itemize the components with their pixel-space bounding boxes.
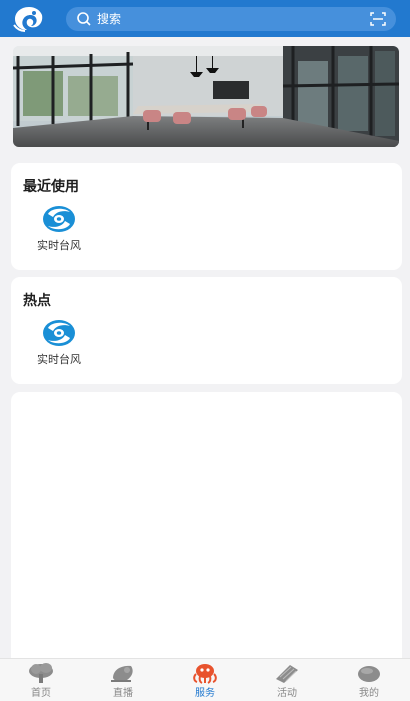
tab-label: 我的: [359, 688, 379, 699]
app-label: 实时台风: [37, 353, 81, 366]
tab-label: 直播: [113, 688, 133, 699]
app-label: 实时台风: [37, 239, 81, 252]
profile-icon: [358, 666, 380, 682]
bottom-tab-bar: 首页 直播 服务 活动 我的: [0, 658, 410, 701]
hot-section: 热点 实时台风: [11, 277, 402, 384]
office-photo: [13, 46, 399, 147]
tab-label: 服务: [195, 688, 215, 699]
tab-activity[interactable]: 活动: [246, 659, 328, 701]
live-icon: [111, 665, 133, 682]
typhoon-icon: [43, 320, 75, 346]
home-icon: [29, 663, 53, 683]
tab-service[interactable]: 服务: [164, 659, 246, 701]
app-tile-typhoon[interactable]: 实时台风: [27, 319, 87, 379]
top-bar: 搜索: [0, 0, 410, 37]
recent-section: 最近使用 实时台风: [11, 163, 402, 270]
search-input[interactable]: 搜索: [97, 11, 121, 27]
tab-home[interactable]: 首页: [0, 659, 82, 701]
tab-profile[interactable]: 我的: [328, 659, 410, 701]
content-area: [11, 392, 402, 658]
search-bar[interactable]: 搜索: [66, 7, 396, 31]
activity-icon: [276, 665, 298, 683]
tab-label: 活动: [277, 688, 297, 699]
scan-icon[interactable]: [370, 11, 386, 27]
service-icon: [193, 664, 217, 684]
tab-label: 首页: [31, 688, 51, 699]
section-title: 最近使用: [23, 179, 79, 195]
tab-live[interactable]: 直播: [82, 659, 164, 701]
banner-image[interactable]: [13, 46, 399, 147]
section-title: 热点: [23, 293, 51, 309]
search-icon: [77, 12, 91, 26]
app-logo-icon[interactable]: [12, 5, 46, 32]
app-tile-typhoon[interactable]: 实时台风: [27, 205, 87, 265]
typhoon-icon: [43, 206, 75, 232]
